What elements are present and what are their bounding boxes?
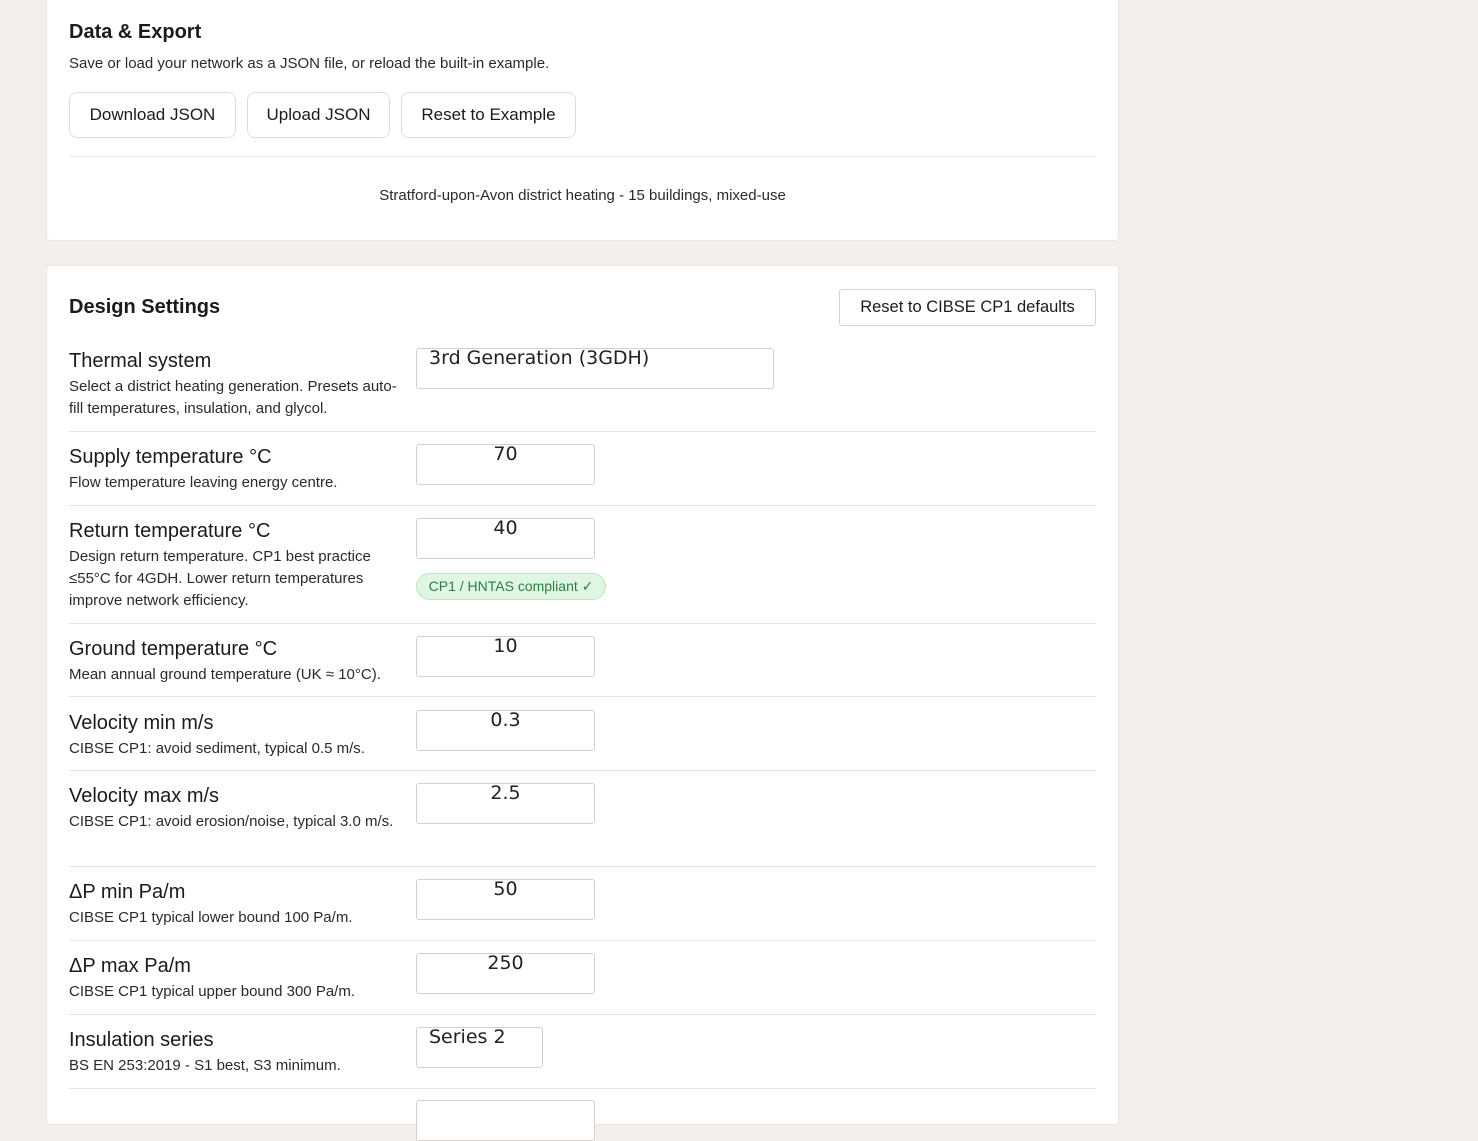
setting-label: Velocity max m/s bbox=[69, 785, 220, 807]
data-export-panel: Data & Export Save or load your network … bbox=[46, 0, 1119, 241]
setting-label: ΔP max Pa/m bbox=[69, 955, 191, 977]
setting-description: Mean annual ground temperature (UK ≈ 10°… bbox=[69, 666, 381, 683]
setting-row-return-temperature: Return temperature °C Design return temp… bbox=[69, 518, 1096, 624]
setting-description: CIBSE CP1 typical upper bound 300 Pa/m. bbox=[69, 983, 355, 1000]
data-export-title: Data & Export bbox=[69, 21, 202, 43]
reset-cp1-defaults-button[interactable]: Reset to CIBSE CP1 defaults bbox=[839, 289, 1096, 326]
network-description: Stratford-upon-Avon district heating - 1… bbox=[379, 187, 786, 204]
setting-label: ΔP min Pa/m bbox=[69, 881, 186, 903]
supply-temperature-input[interactable]: 70 bbox=[416, 444, 595, 485]
data-export-subtitle: Save or load your network as a JSON file… bbox=[69, 55, 550, 72]
setting-label: Insulation series bbox=[69, 1029, 214, 1051]
design-settings-title: Design Settings bbox=[69, 296, 221, 318]
setting-label: Velocity min m/s bbox=[69, 712, 214, 734]
next-setting-input[interactable] bbox=[416, 1100, 595, 1141]
compliance-badge: CP1 / HNTAS compliant ✓ bbox=[416, 573, 606, 600]
velocity-max-input[interactable]: 2.5 bbox=[416, 783, 595, 824]
setting-description: CIBSE CP1: avoid erosion/noise, typical … bbox=[69, 813, 394, 830]
setting-description: CIBSE CP1 typical lower bound 100 Pa/m. bbox=[69, 909, 353, 926]
setting-label: Ground temperature °C bbox=[69, 638, 278, 660]
ground-temperature-input[interactable]: 10 bbox=[416, 636, 595, 677]
setting-row-insulation-series: Insulation series BS EN 253:2019 - S1 be… bbox=[69, 1027, 1096, 1089]
download-json-button[interactable]: Download JSON bbox=[69, 92, 236, 138]
dp-min-input[interactable]: 50 bbox=[416, 879, 595, 920]
setting-label: Thermal system bbox=[69, 350, 212, 372]
setting-description: CIBSE CP1: avoid sediment, typical 0.5 m… bbox=[69, 740, 365, 757]
setting-row-velocity-max: Velocity max m/s CIBSE CP1: avoid erosio… bbox=[69, 783, 1096, 867]
return-temperature-input[interactable]: 40 bbox=[416, 518, 595, 559]
setting-description: Select a district heating generation. Pr… bbox=[69, 378, 397, 417]
reset-to-example-button[interactable]: Reset to Example bbox=[401, 92, 576, 138]
setting-label: Supply temperature °C bbox=[69, 446, 272, 468]
setting-description: Flow temperature leaving energy centre. bbox=[69, 474, 338, 491]
insulation-series-select[interactable]: Series 2 bbox=[416, 1027, 543, 1068]
upload-json-button[interactable]: Upload JSON bbox=[247, 92, 390, 138]
setting-row-thermal-system: Thermal system Select a district heating… bbox=[69, 348, 1096, 432]
dp-max-input[interactable]: 250 bbox=[416, 953, 595, 994]
setting-row-dp-min: ΔP min Pa/m CIBSE CP1 typical lower boun… bbox=[69, 879, 1096, 941]
setting-row-ground-temperature: Ground temperature °C Mean annual ground… bbox=[69, 636, 1096, 697]
setting-description: BS EN 253:2019 - S1 best, S3 minimum. bbox=[69, 1057, 341, 1074]
divider bbox=[69, 156, 1096, 157]
thermal-system-select[interactable]: 3rd Generation (3GDH) bbox=[416, 348, 774, 389]
setting-row-dp-max: ΔP max Pa/m CIBSE CP1 typical upper boun… bbox=[69, 953, 1096, 1015]
setting-row-supply-temperature: Supply temperature °C Flow temperature l… bbox=[69, 444, 1096, 506]
design-settings-panel: Design Settings Reset to CIBSE CP1 defau… bbox=[46, 265, 1119, 1141]
setting-label: Return temperature °C bbox=[69, 520, 271, 542]
velocity-min-input[interactable]: 0.3 bbox=[416, 710, 595, 751]
setting-description: Design return temperature. CP1 best prac… bbox=[69, 548, 371, 609]
setting-row-velocity-min: Velocity min m/s CIBSE CP1: avoid sedime… bbox=[69, 710, 1096, 771]
